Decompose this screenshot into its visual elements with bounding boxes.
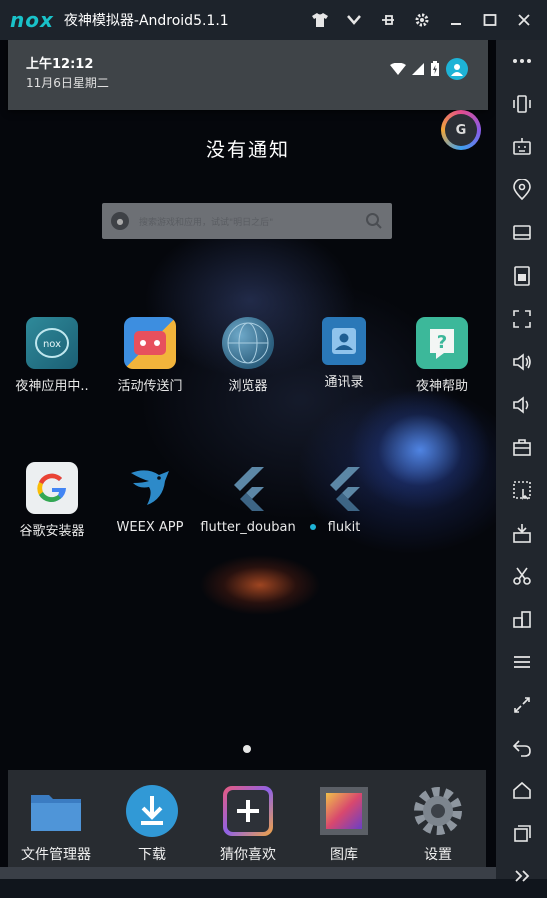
app-browser[interactable]: 浏览器 [198, 317, 298, 394]
download-icon [125, 784, 179, 838]
app-google-installer[interactable]: 谷歌安装器 [2, 462, 102, 539]
shake-icon[interactable] [496, 83, 547, 126]
app-label: 夜神应用中.. [15, 379, 89, 394]
nox-logo: nox [10, 8, 54, 32]
install-apk-icon[interactable] [496, 512, 547, 555]
new-app-dot [310, 524, 316, 530]
search-bar[interactable]: ● 搜索游戏和应用，试试"明日之后" [102, 203, 392, 239]
maximize-icon[interactable] [473, 0, 507, 40]
app-label: 夜神帮助 [415, 379, 468, 394]
no-notifications-text: 没有通知 [205, 139, 290, 161]
app-label: 活动传送门 [117, 379, 183, 394]
search-placeholder: 搜索游戏和应用，试试"明日之后" [139, 217, 274, 228]
gear-icon[interactable] [405, 0, 439, 40]
folder-icon [29, 784, 83, 838]
app-label: flutter_douban [200, 520, 296, 535]
volume-down-icon[interactable] [496, 383, 547, 426]
app-flukit[interactable]: flukit [294, 462, 394, 535]
minimize-icon[interactable] [439, 0, 473, 40]
more-icon[interactable] [496, 40, 547, 83]
fullscreen-icon[interactable] [496, 297, 547, 340]
nox-search-logo-icon: ● [111, 212, 129, 230]
screenshot-scissors-icon[interactable] [496, 555, 547, 598]
contacts-icon [322, 317, 366, 365]
plus-icon [221, 784, 275, 838]
browser-globe-icon [222, 317, 274, 369]
chevron-down-icon[interactable] [337, 0, 371, 40]
settings-gear-icon [411, 784, 465, 838]
status-icons [390, 58, 468, 80]
sync-icon[interactable] [496, 683, 547, 726]
menu-icon[interactable] [496, 640, 547, 683]
signal-icon [412, 63, 424, 75]
dock-recommend[interactable]: 猜你喜欢 [200, 770, 296, 864]
svg-text:?: ? [437, 332, 447, 353]
macro-icon[interactable] [496, 469, 547, 512]
dock-label: 文件管理器 [21, 847, 91, 863]
apk-icon[interactable] [496, 254, 547, 297]
window-title: 夜神模拟器-Android5.1.1 [63, 13, 229, 29]
notification-shade: 上午12:12 11月6日星期二 [8, 40, 488, 110]
app-label: 浏览器 [228, 379, 268, 394]
location-icon[interactable] [496, 169, 547, 212]
page-indicator [243, 745, 251, 753]
app-nox-center[interactable]: nox 夜神应用中.. [2, 317, 102, 394]
dock-label: 设置 [424, 847, 452, 863]
window-controls [303, 0, 541, 40]
gallery-icon [317, 784, 371, 838]
home-icon[interactable] [496, 769, 547, 812]
dock-label: 下载 [138, 847, 166, 863]
game-portal-icon [124, 317, 176, 369]
app-label: 通讯录 [324, 375, 364, 390]
avatar[interactable] [446, 58, 468, 80]
app-flutter-douban[interactable]: flutter_douban [198, 462, 298, 535]
app-weex[interactable]: WEEX APP [100, 462, 200, 535]
flutter-icon [222, 462, 274, 514]
screen-icon[interactable] [496, 212, 547, 255]
status-date: 11月6日星期二 [26, 76, 109, 90]
search-icon[interactable] [365, 212, 383, 230]
app-game-portal[interactable]: 活动传送门 [100, 317, 200, 394]
app-label: 谷歌安装器 [19, 524, 85, 539]
dock: 文件管理器 下载 猜你喜欢 图库 设置 [8, 770, 486, 867]
app-label: WEEX APP [116, 520, 184, 535]
app-contacts[interactable]: 通讯录 [294, 317, 394, 390]
nox-help-icon: ? [416, 317, 468, 369]
toolbox-icon[interactable] [496, 426, 547, 469]
emulator-sidebar [496, 40, 547, 882]
close-icon[interactable] [507, 0, 541, 40]
dock-settings[interactable]: 设置 [390, 770, 486, 864]
recent-apps-icon[interactable] [496, 812, 547, 855]
battery-icon [431, 61, 439, 76]
dock-download[interactable]: 下载 [104, 770, 200, 864]
dock-label: 猜你喜欢 [220, 847, 276, 863]
dock-label: 图库 [330, 847, 358, 863]
svg-text:nox: nox [43, 339, 61, 350]
volume-up-icon[interactable] [496, 340, 547, 383]
multi-instance-icon[interactable] [496, 598, 547, 641]
flutter-icon [318, 462, 370, 514]
shirt-icon[interactable] [303, 0, 337, 40]
app-label: flukit [327, 520, 361, 535]
dock-gallery[interactable]: 图库 [296, 770, 392, 864]
nox-app-center-icon: nox [26, 317, 78, 369]
keyboard-icon[interactable] [496, 126, 547, 169]
google-installer-icon [26, 462, 78, 514]
expand-icon[interactable] [496, 855, 547, 898]
dock-file-manager[interactable]: 文件管理器 [8, 770, 104, 864]
pin-icon[interactable] [371, 0, 405, 40]
app-nox-help[interactable]: ? 夜神帮助 [392, 317, 492, 394]
title-bar: nox 夜神模拟器-Android5.1.1 [0, 0, 547, 40]
back-icon[interactable] [496, 726, 547, 769]
status-time: 上午12:12 [26, 57, 94, 72]
android-screen: 上午12:12 11月6日星期二 G 没有通知 ● 搜索游戏和应用，试试"明日之… [0, 40, 496, 867]
window-bottom-edge [0, 867, 496, 879]
weex-eagle-icon [124, 462, 176, 514]
wifi-icon [390, 63, 406, 75]
